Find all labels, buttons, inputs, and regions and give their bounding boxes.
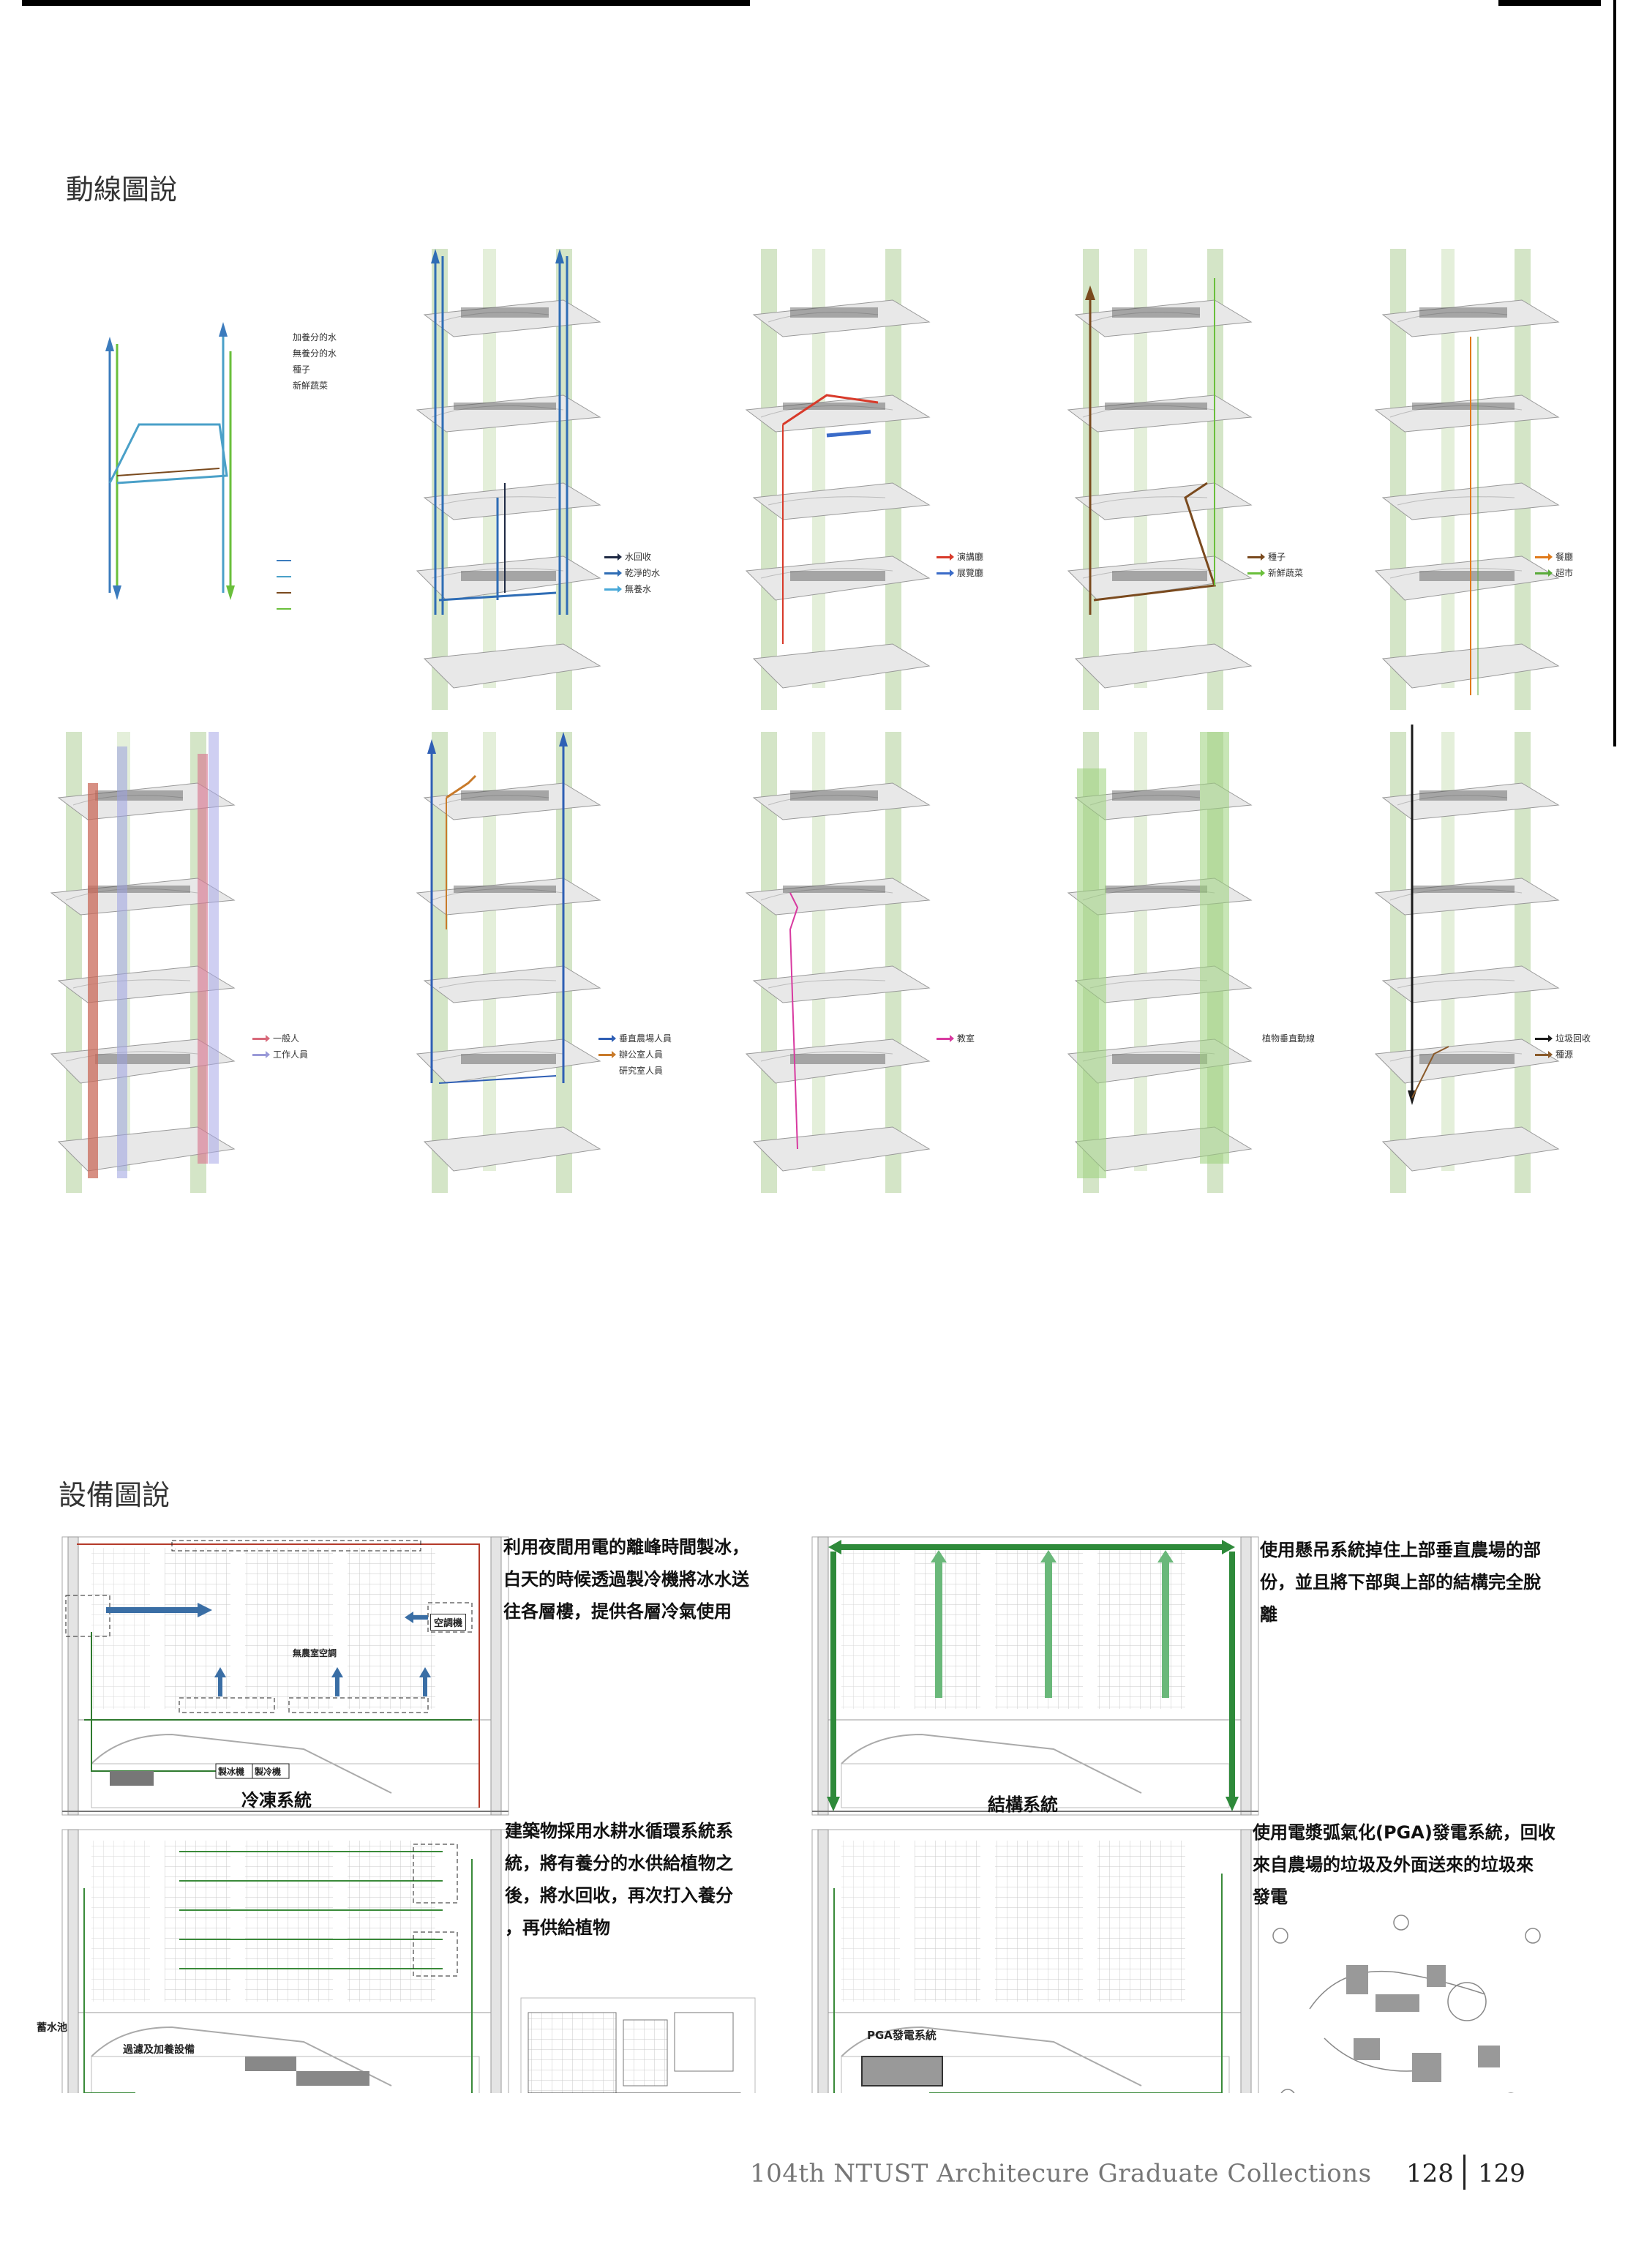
arrow-icon <box>604 553 622 561</box>
arrow-icon <box>604 585 622 593</box>
legend-item: 無養水 <box>604 581 660 597</box>
page-number-left: 128 <box>1406 2159 1454 2188</box>
legend-1-swatches <box>277 560 291 610</box>
desc-structure: 使用懸吊系統掉住上部垂直農場的部 份，並且將下部與上部的結構完全脫 離 <box>1260 1540 1541 1625</box>
circulation-diagrams-row1 <box>105 248 1559 711</box>
legend-item: 新鮮蔬菜 <box>293 381 329 391</box>
legend-lecture-exhibit: 演講廳 展覽廳 <box>937 549 983 581</box>
legend-restaurant-market: 餐廳 超市 <box>1535 549 1573 581</box>
legend-item: 乾淨的水 <box>604 565 660 581</box>
legend-item: 水回收 <box>604 549 660 565</box>
arrow-icon <box>1247 553 1265 561</box>
arrow-icon <box>1535 1034 1553 1042</box>
arrow-icon <box>1535 553 1553 561</box>
diagram-seed-vegetable <box>1067 248 1252 711</box>
pga-flow-diagram <box>1272 1915 1541 2093</box>
section-title-equipment: 設備圖說 <box>59 1479 170 1511</box>
diagram-restaurant-market <box>1375 248 1559 711</box>
label-ac: 空調機 <box>430 1614 467 1631</box>
legend-garbage: 垃圾回收 種源 <box>1535 1030 1591 1063</box>
diagram-plant-vertical <box>1067 731 1252 1194</box>
legend-water-recycling: 水回收 乾淨的水 無養水 <box>604 549 660 597</box>
arrow-icon <box>1535 1050 1553 1058</box>
arrow-icon <box>937 1034 954 1042</box>
legend-plant-vertical: 植物垂直動線 <box>1262 1030 1315 1047</box>
footer-collection-title: 104th NTUST Architecure Graduate Collect… <box>750 2159 1372 2188</box>
label-filter: 過濾及加養設備 <box>123 2044 195 2056</box>
caption-cooling: 冷凍系統 <box>241 1790 312 1811</box>
legend-item: 種子 <box>293 364 311 375</box>
diagram-people <box>50 731 235 1194</box>
section-title-circulation: 動線圖說 <box>66 173 178 206</box>
legend-item: 加養分的水 <box>293 332 337 343</box>
arrow-icon <box>1247 569 1265 577</box>
legend-item: 餐廳 <box>1535 549 1573 565</box>
diagram-staff <box>416 731 601 1194</box>
desc-pga: 使用電漿弧氣化(PGA)發電系統，回收 來自農場的垃圾及外面送來的垃圾來 發電 <box>1253 1822 1555 1907</box>
legend-water-seed: 加養分的水 無養分的水 種子 新鮮蔬菜 <box>293 329 337 394</box>
legend-seed-vegetable: 種子 新鮮蔬菜 <box>1247 549 1303 581</box>
label-chiller: 製冷機 <box>255 1767 282 1777</box>
legend-item: 垂直農場人員 <box>598 1030 672 1047</box>
legend-item: 辦公室人員 <box>598 1047 672 1063</box>
diagram-water-recycling <box>416 248 601 711</box>
diagram-lecture-exhibit <box>746 248 930 711</box>
arrow-icon <box>604 569 622 577</box>
arrow-icon <box>937 553 954 561</box>
arrow-icon <box>252 1050 270 1058</box>
legend-item: 新鮮蔬菜 <box>1247 565 1303 581</box>
diagram-water-seed <box>105 322 235 600</box>
legend-item: 植物垂直動線 <box>1262 1033 1316 1044</box>
arrow-icon <box>598 1034 616 1042</box>
legend-people: 一般人 工作人員 <box>252 1030 308 1063</box>
diagram-classroom <box>746 731 930 1194</box>
desc-cooling: 利用夜間用電的離峰時間製冰， 白天的時候透過製冷機將冰水送 往各層樓，提供各層冷… <box>503 1537 749 1622</box>
pga-system-section <box>811 1829 1259 2093</box>
arrow-icon <box>598 1050 616 1058</box>
diagram-garbage <box>1375 725 1559 1194</box>
legend-item: 超市 <box>1535 565 1573 581</box>
arrow-icon <box>1535 569 1553 577</box>
page-divider <box>1463 2155 1465 2190</box>
water-system-small-diagram <box>520 1997 756 2093</box>
legend-item: 展覽廳 <box>937 565 983 581</box>
legend-item: 種源 <box>1535 1047 1591 1063</box>
label-farm-ac: 無農室空調 <box>293 1648 337 1658</box>
legend-staff: 垂直農場人員 辦公室人員 研究室人員 <box>598 1030 672 1079</box>
legend-item: 無養分的水 <box>293 348 337 359</box>
top-rule-left <box>22 0 750 6</box>
legend-item: 教室 <box>937 1030 975 1047</box>
legend-classroom: 教室 <box>937 1030 975 1047</box>
caption-structure: 結構系統 <box>988 1794 1058 1815</box>
legend-item: 垃圾回收 <box>1535 1030 1591 1047</box>
legend-item: 一般人 <box>252 1030 308 1047</box>
arrow-icon <box>937 569 954 577</box>
cooling-system-section <box>61 1536 509 1816</box>
arrow-icon <box>252 1034 270 1042</box>
label-icemaker: 製冰機 <box>218 1767 245 1777</box>
label-pga-system: PGA發電系統 <box>867 2029 937 2042</box>
legend-item: 研究室人員 <box>619 1066 664 1076</box>
desc-water: 建築物採用水耕水循環系統系 統，將有養分的水供給植物之 後，將水回收，再次打入養… <box>505 1821 733 1938</box>
label-tank: 蓄水池 <box>37 2022 67 2034</box>
circulation-diagrams-row2 <box>50 725 1559 1194</box>
structure-system-section <box>811 1536 1259 1816</box>
legend-item: 工作人員 <box>252 1047 308 1063</box>
top-rule-right <box>1498 0 1601 6</box>
page-number-right: 129 <box>1478 2159 1525 2188</box>
legend-item: 種子 <box>1247 549 1303 565</box>
legend-item: 演講廳 <box>937 549 983 565</box>
